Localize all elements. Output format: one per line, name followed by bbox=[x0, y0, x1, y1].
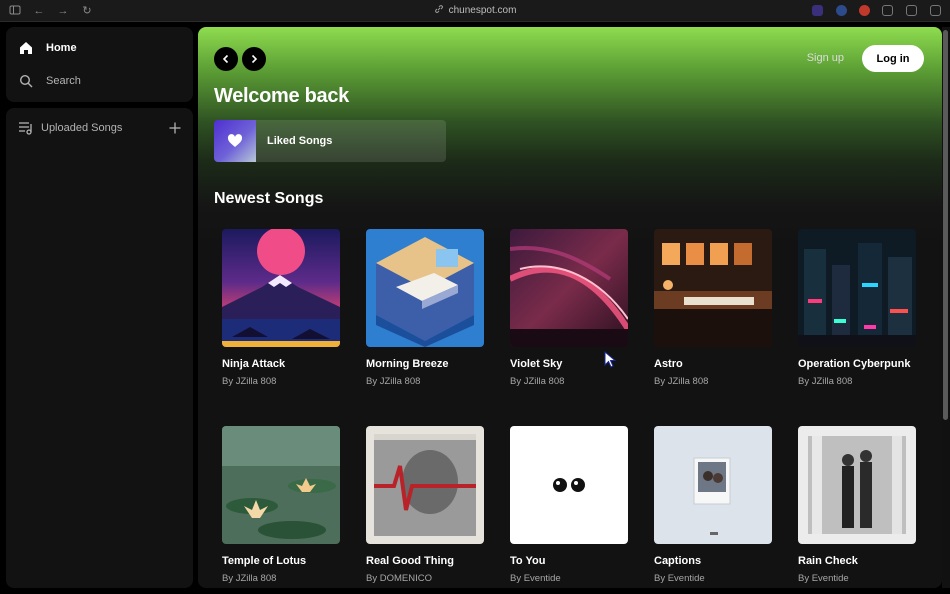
song-artist: By JZilla 808 bbox=[798, 376, 853, 387]
song-cover bbox=[798, 229, 916, 347]
song-card[interactable]: Ninja Attack By JZilla 808 bbox=[214, 221, 348, 403]
mouse-cursor-icon bbox=[604, 351, 616, 368]
forward-button[interactable] bbox=[242, 47, 266, 71]
address-bar[interactable]: chunespot.com bbox=[0, 4, 950, 18]
song-title: Temple of Lotus bbox=[222, 555, 307, 567]
sidebar-item-label: Home bbox=[46, 42, 77, 54]
song-card[interactable]: To You By Eventide bbox=[502, 418, 636, 588]
sidebar-nav: Home Search bbox=[6, 27, 193, 102]
url-text: chunespot.com bbox=[448, 5, 517, 16]
song-cover bbox=[798, 426, 916, 544]
song-title: Morning Breeze bbox=[366, 358, 449, 370]
song-artist: By Eventide bbox=[654, 573, 705, 584]
search-icon bbox=[18, 73, 34, 89]
song-card[interactable]: Morning Breeze By JZilla 808 bbox=[358, 221, 492, 403]
song-card[interactable]: Operation Cyberpunk By JZilla 808 bbox=[790, 221, 924, 403]
liked-songs-shortcut[interactable]: Liked Songs bbox=[214, 120, 446, 162]
login-button[interactable]: Log in bbox=[862, 45, 924, 72]
song-title: Rain Check bbox=[798, 555, 858, 567]
song-cover bbox=[366, 426, 484, 544]
song-card[interactable]: Astro By JZilla 808 bbox=[646, 221, 780, 403]
signup-button[interactable]: Sign up bbox=[807, 52, 844, 64]
extension-icon[interactable] bbox=[882, 5, 893, 16]
song-title: To You bbox=[510, 555, 546, 567]
song-cover bbox=[510, 229, 628, 347]
back-button[interactable] bbox=[214, 47, 238, 71]
chevron-right-icon bbox=[251, 54, 258, 64]
home-icon bbox=[18, 40, 34, 56]
song-artist: By JZilla 808 bbox=[510, 376, 565, 387]
song-title: Real Good Thing bbox=[366, 555, 454, 567]
extension-icon[interactable] bbox=[812, 5, 823, 16]
song-card[interactable]: Rain Check By Eventide bbox=[790, 418, 924, 588]
song-artist: By JZilla 808 bbox=[654, 376, 709, 387]
song-cover bbox=[366, 229, 484, 347]
heart-icon bbox=[227, 134, 243, 147]
song-title: Astro bbox=[654, 358, 683, 370]
song-cover bbox=[654, 426, 772, 544]
sidebar-item-search[interactable]: Search bbox=[18, 71, 81, 91]
sidebar-right-icon[interactable] bbox=[930, 5, 941, 16]
song-card[interactable]: Temple of Lotus By JZilla 808 bbox=[214, 418, 348, 588]
song-artist: By DOMENICO bbox=[366, 573, 432, 584]
song-title: Violet Sky bbox=[510, 358, 563, 370]
song-title: Operation Cyberpunk bbox=[798, 358, 911, 370]
chevron-left-icon bbox=[222, 54, 229, 64]
scrollbar-thumb[interactable] bbox=[943, 30, 948, 420]
extension-icon[interactable] bbox=[906, 5, 917, 16]
browser-toolbar: ← → ↻ chunespot.com bbox=[0, 0, 950, 22]
song-card[interactable]: Captions By Eventide bbox=[646, 418, 780, 588]
link-icon bbox=[434, 5, 443, 13]
sidebar-item-label: Search bbox=[46, 75, 81, 87]
song-cover bbox=[654, 229, 772, 347]
library-header[interactable]: Uploaded Songs bbox=[18, 119, 182, 137]
scrollbar[interactable] bbox=[942, 27, 950, 588]
section-title: Newest Songs bbox=[214, 190, 324, 207]
song-artist: By Eventide bbox=[510, 573, 561, 584]
song-card[interactable]: Real Good Thing By DOMENICO bbox=[358, 418, 492, 588]
extension-icon[interactable] bbox=[859, 5, 870, 16]
song-artist: By JZilla 808 bbox=[366, 376, 421, 387]
song-artist: By JZilla 808 bbox=[222, 573, 277, 584]
library-label: Uploaded Songs bbox=[41, 122, 123, 134]
add-icon[interactable] bbox=[168, 121, 182, 135]
liked-songs-cover bbox=[214, 120, 256, 162]
sidebar-item-home[interactable]: Home bbox=[18, 38, 77, 58]
song-title: Captions bbox=[654, 555, 702, 567]
library-panel: Uploaded Songs bbox=[6, 108, 193, 588]
extension-icon[interactable] bbox=[836, 5, 847, 16]
song-cover bbox=[510, 426, 628, 544]
song-artist: By JZilla 808 bbox=[222, 376, 277, 387]
song-cover bbox=[222, 426, 340, 544]
page-title: Welcome back bbox=[214, 85, 349, 107]
playlist-icon bbox=[19, 122, 32, 135]
song-title: Ninja Attack bbox=[222, 358, 286, 370]
song-cover bbox=[222, 229, 340, 347]
song-artist: By Eventide bbox=[798, 573, 849, 584]
main-content: Sign up Log in Welcome back Liked Songs … bbox=[198, 27, 942, 588]
song-card[interactable]: Violet Sky By JZilla 808 bbox=[502, 221, 636, 403]
liked-songs-label: Liked Songs bbox=[267, 135, 333, 147]
